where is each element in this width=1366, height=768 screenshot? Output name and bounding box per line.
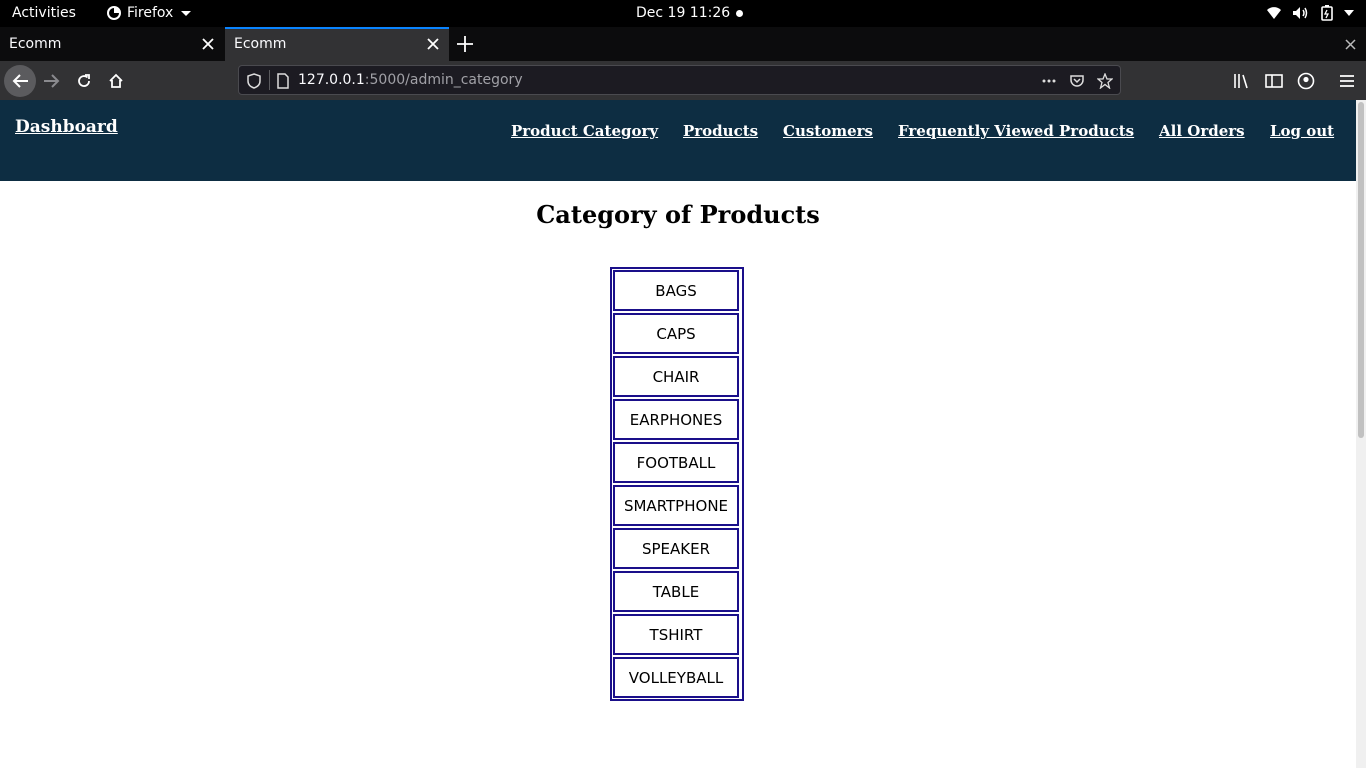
site-header: Dashboard Product Category Products Cust… xyxy=(0,100,1356,181)
tab-title: Ecomm xyxy=(234,36,287,52)
home-icon xyxy=(109,73,123,88)
bookmark-star-icon[interactable] xyxy=(1097,73,1113,89)
close-icon[interactable] xyxy=(426,37,440,51)
page-title: Category of Products xyxy=(536,200,820,229)
more-actions-icon[interactable] xyxy=(1041,73,1057,89)
clock[interactable]: Dec 19 11:26 xyxy=(636,5,744,21)
nav-customers[interactable]: Customers xyxy=(783,122,873,140)
category-cell: TABLE xyxy=(613,571,739,612)
arrow-right-icon xyxy=(44,74,60,88)
firefox-icon xyxy=(107,6,121,20)
activities-button[interactable]: Activities xyxy=(12,5,76,21)
category-cell: FOOTBALL xyxy=(613,442,739,483)
url-text: 127.0.0.1:5000/admin_category xyxy=(298,72,523,88)
system-tray[interactable] xyxy=(1266,5,1354,21)
hamburger-menu-icon[interactable] xyxy=(1338,72,1356,90)
nav-products[interactable]: Products xyxy=(683,122,758,140)
forward-button[interactable] xyxy=(36,65,68,97)
notification-dot-icon xyxy=(736,9,744,17)
tab-strip: Ecomm Ecomm xyxy=(0,27,1366,61)
sidebar-icon[interactable] xyxy=(1265,72,1283,90)
nav-frequently-viewed-products[interactable]: Frequently Viewed Products xyxy=(898,122,1134,140)
address-bar[interactable]: 127.0.0.1:5000/admin_category xyxy=(238,65,1121,95)
wifi-icon xyxy=(1267,7,1281,19)
chevron-down-icon xyxy=(181,10,192,16)
system-top-bar: Activities Firefox Dec 19 11:26 xyxy=(0,0,1366,27)
category-cell: CHAIR xyxy=(613,356,739,397)
close-icon[interactable] xyxy=(201,37,215,51)
pocket-icon[interactable] xyxy=(1069,73,1085,89)
url-host: 127.0.0.1 xyxy=(298,72,365,88)
divider xyxy=(269,70,270,90)
nav-product-category[interactable]: Product Category xyxy=(511,122,658,140)
page-viewport: Dashboard Product Category Products Cust… xyxy=(0,100,1366,768)
account-icon[interactable] xyxy=(1297,72,1315,90)
scrollbar[interactable] xyxy=(1356,100,1366,768)
back-button[interactable] xyxy=(4,65,36,97)
reload-button[interactable] xyxy=(68,65,100,97)
arrow-left-icon xyxy=(12,74,28,88)
close-window-icon[interactable] xyxy=(1345,39,1356,50)
nav-all-orders[interactable]: All Orders xyxy=(1159,122,1245,140)
page-info-icon[interactable] xyxy=(275,73,291,89)
category-cell: TSHIRT xyxy=(613,614,739,655)
tab-ecomm-1[interactable]: Ecomm xyxy=(0,27,224,61)
category-table: BAGS CAPS CHAIR EARPHONES FOOTBALL SMARTPHONE… xyxy=(610,267,744,701)
url-path: :5000/admin_category xyxy=(364,72,523,88)
tab-ecomm-2[interactable]: Ecomm xyxy=(225,27,449,61)
category-cell: SMARTPHONE xyxy=(613,485,739,526)
dashboard-link[interactable]: Dashboard xyxy=(15,117,118,137)
clock-label: Dec 19 11:26 xyxy=(636,5,731,21)
library-icon[interactable] xyxy=(1233,72,1251,90)
nav-log-out[interactable]: Log out xyxy=(1270,122,1334,140)
category-cell: SPEAKER xyxy=(613,528,739,569)
chevron-down-icon xyxy=(1344,10,1354,16)
category-cell: BAGS xyxy=(613,270,739,311)
home-button[interactable] xyxy=(100,65,132,97)
app-menu-label: Firefox xyxy=(127,5,174,21)
category-cell: VOLLEYBALL xyxy=(613,657,739,698)
reload-icon xyxy=(78,74,90,87)
navigation-toolbar: 127.0.0.1:5000/admin_category xyxy=(0,61,1366,100)
new-tab-icon[interactable] xyxy=(456,35,474,53)
category-cell: CAPS xyxy=(613,313,739,354)
battery-icon xyxy=(1321,5,1333,21)
tab-title: Ecomm xyxy=(9,36,62,52)
scrollbar-thumb[interactable] xyxy=(1358,102,1364,438)
shield-icon[interactable] xyxy=(246,73,262,89)
volume-icon xyxy=(1293,7,1308,19)
app-menu[interactable]: Firefox xyxy=(107,5,192,21)
category-cell: EARPHONES xyxy=(613,399,739,440)
